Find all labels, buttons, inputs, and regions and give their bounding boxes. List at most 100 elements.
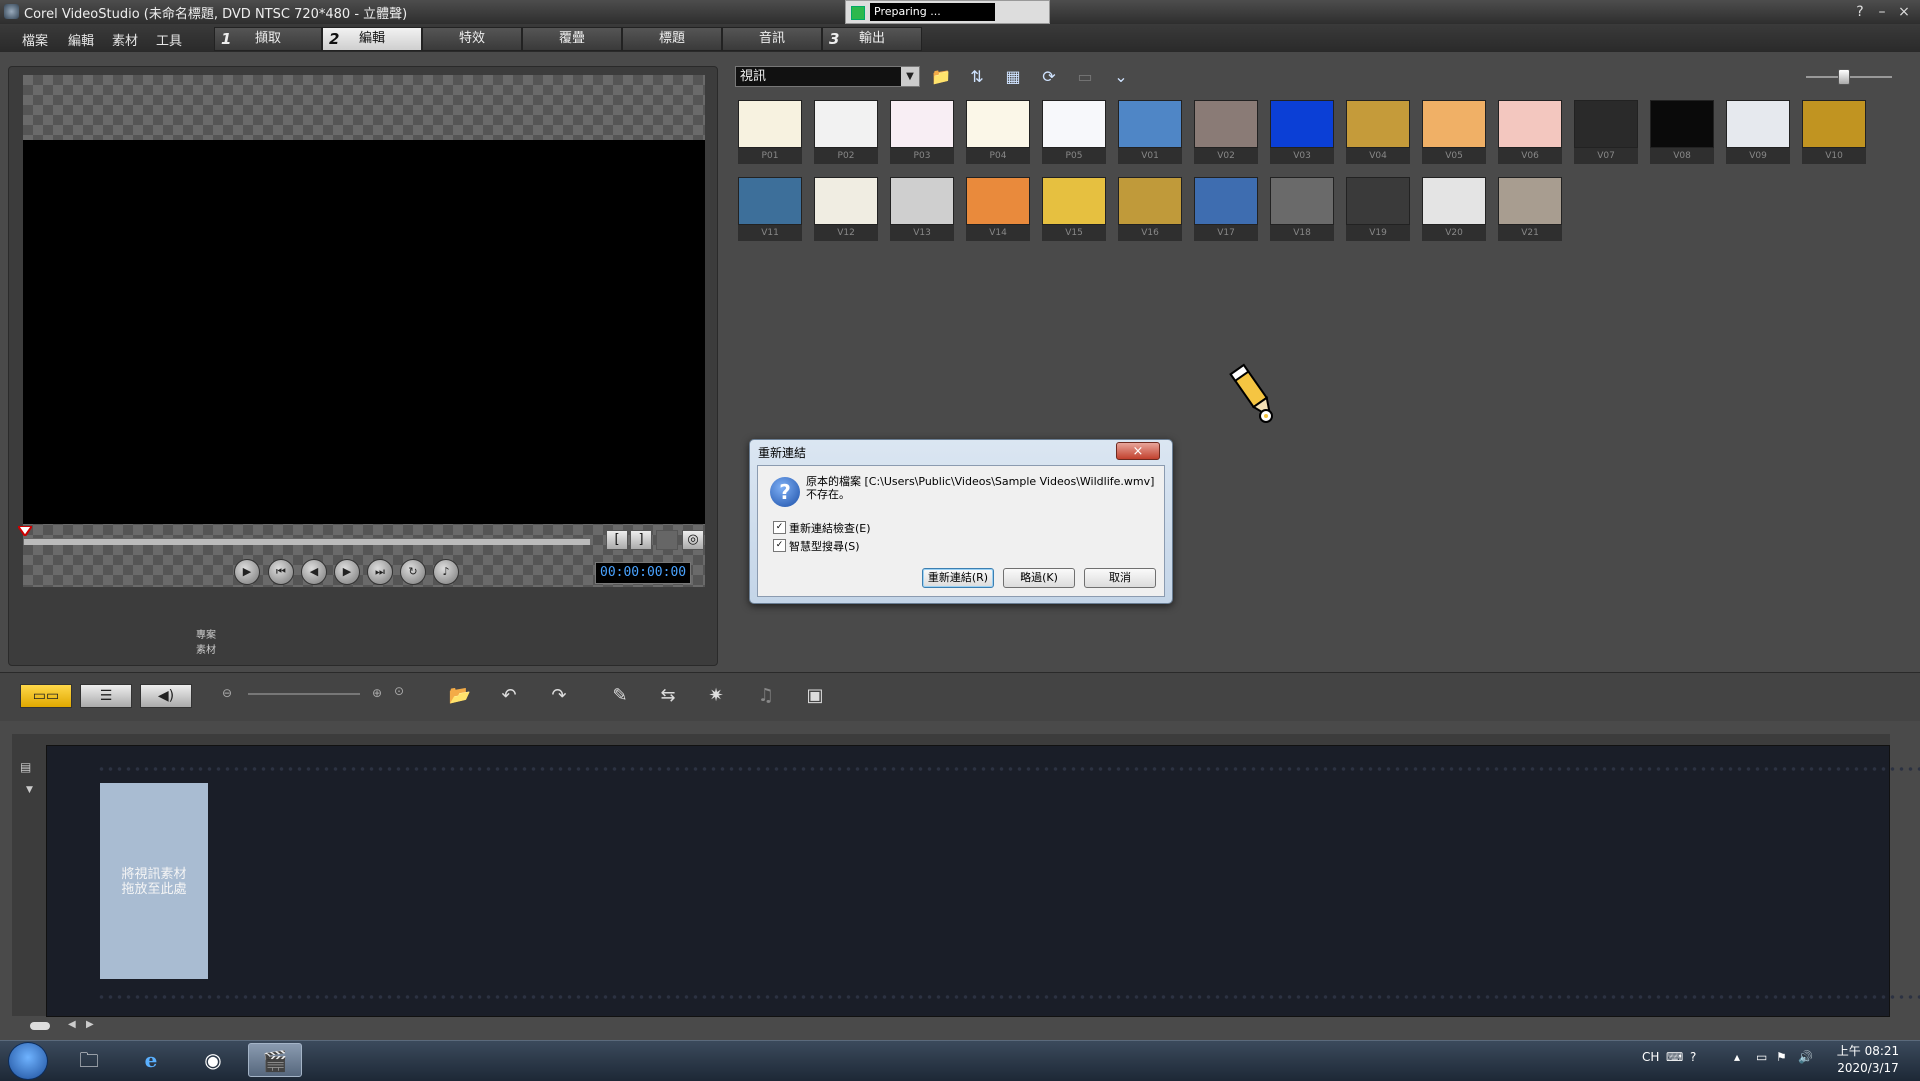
scroll-zoom-handle[interactable] (30, 1022, 50, 1030)
mode-clip-label[interactable]: 素材 (196, 641, 216, 656)
timeline-view-button[interactable]: ☰ (80, 684, 132, 708)
expand-more-icon[interactable]: ⌄ (1108, 66, 1134, 88)
mode-project-label[interactable]: 專案 (196, 626, 216, 641)
previous-frame-icon[interactable]: ◀ (301, 559, 327, 585)
movie-wizard-icon[interactable]: ✷ (701, 682, 731, 710)
videostudio-taskbar-icon[interactable]: 🎬 (248, 1043, 302, 1077)
insert-media-icon[interactable]: 📂 (445, 682, 475, 710)
menu-file[interactable]: 檔案 (22, 30, 48, 49)
action-center-flag-icon[interactable]: ⚑ (1776, 1050, 1787, 1064)
snapshot-button[interactable]: ◎ (682, 530, 704, 550)
library-thumbnail[interactable]: V21 (1498, 177, 1562, 243)
library-thumbnail[interactable]: V05 (1422, 100, 1486, 166)
menu-clip[interactable]: 素材 (112, 30, 138, 49)
tab-overlay[interactable]: 覆疊 (522, 27, 622, 51)
smartrender-icon[interactable]: ✎ (605, 682, 635, 710)
internet-explorer-icon[interactable]: e (124, 1043, 178, 1077)
mark-in-button[interactable]: [ (606, 530, 628, 550)
library-thumbnail[interactable]: V17 (1194, 177, 1258, 243)
clip-drop-slot[interactable]: 將視訊素材 拖放至此處 (100, 783, 208, 979)
library-thumbnail[interactable]: V15 (1042, 177, 1106, 243)
tab-share[interactable]: 3 輸出 (822, 27, 922, 51)
library-thumbnail[interactable]: V07 (1574, 100, 1638, 166)
scroll-right-icon[interactable]: ▶ (86, 1019, 94, 1030)
open-folder-icon[interactable]: 📁 (928, 66, 954, 88)
tab-title[interactable]: 標題 (622, 27, 722, 51)
undo-icon[interactable]: ↶ (494, 682, 524, 710)
library-thumbnail[interactable]: V09 (1726, 100, 1790, 166)
audio-view-button[interactable]: ◀) (140, 684, 192, 708)
relink-check-checkbox[interactable]: ✓ (773, 521, 786, 534)
library-thumbnail[interactable]: V02 (1194, 100, 1258, 166)
zoom-out-icon[interactable]: ⊖ (222, 686, 232, 700)
thumbnail-size-knob[interactable] (1838, 69, 1850, 85)
sort-icon[interactable]: ⇅ (964, 66, 990, 88)
library-thumbnail[interactable]: V01 (1118, 100, 1182, 166)
track-manager-icon[interactable]: ▤ (20, 760, 31, 774)
library-thumbnail[interactable]: V03 (1270, 100, 1334, 166)
library-thumbnail[interactable]: V04 (1346, 100, 1410, 166)
scroll-left-icon[interactable]: ◀ (68, 1019, 76, 1030)
batch-convert-icon[interactable]: ⇆ (653, 682, 683, 710)
repeat-icon[interactable]: ↻ (400, 559, 426, 585)
timeline-zoom-slider[interactable] (248, 693, 360, 695)
library-manager-icon[interactable]: ▭ (1072, 66, 1098, 88)
track-expand-icon[interactable]: ▼ (26, 785, 33, 795)
preview-scrubber[interactable] (24, 538, 590, 545)
library-thumbnail[interactable]: V19 (1346, 177, 1410, 243)
refresh-icon[interactable]: ⟳ (1036, 66, 1062, 88)
library-thumbnail[interactable]: V11 (738, 177, 802, 243)
volume-icon[interactable]: ♪ (433, 559, 459, 585)
mark-out-button[interactable]: ] (630, 530, 652, 550)
storyboard-view-button[interactable]: ▭▭ (20, 684, 72, 708)
library-thumbnail[interactable]: V20 (1422, 177, 1486, 243)
help-button[interactable]: ? (1850, 3, 1870, 21)
tab-edit[interactable]: 2 編輯 (322, 27, 422, 51)
library-thumbnail[interactable]: V10 (1802, 100, 1866, 166)
library-thumbnail[interactable]: P04 (966, 100, 1030, 166)
keyboard-icon[interactable]: ⌨ (1666, 1050, 1683, 1064)
speaker-icon[interactable]: 🔊 (1798, 1050, 1813, 1064)
scrubber-handle-icon[interactable] (18, 526, 32, 536)
menu-tools[interactable]: 工具 (156, 30, 182, 49)
timecode-display[interactable]: 00:00:00:00 (595, 562, 691, 584)
relink-check-label[interactable]: 重新連結檢查(E) (789, 520, 871, 536)
split-clip-button[interactable] (656, 530, 678, 550)
chrome-icon[interactable]: ◉ (186, 1043, 240, 1077)
chapter-icon[interactable]: ▣ (800, 682, 830, 710)
library-category-select[interactable]: 視訊 ▼ (735, 66, 920, 87)
go-to-end-icon[interactable]: ⏭ (367, 559, 393, 585)
tab-effects[interactable]: 特效 (422, 27, 522, 51)
library-thumbnail[interactable]: P02 (814, 100, 878, 166)
library-thumbnail[interactable]: P03 (890, 100, 954, 166)
file-explorer-icon[interactable]: 🗀 (62, 1043, 116, 1077)
close-window-button[interactable]: × (1894, 3, 1914, 21)
tab-capture[interactable]: 1 擷取 (214, 27, 322, 51)
fit-project-icon[interactable]: ⊙ (394, 684, 404, 698)
network-icon[interactable]: ▭ (1756, 1050, 1767, 1064)
library-thumbnail[interactable]: P05 (1042, 100, 1106, 166)
zoom-in-icon[interactable]: ⊕ (372, 686, 382, 700)
library-thumbnail[interactable]: V14 (966, 177, 1030, 243)
input-language[interactable]: CH (1642, 1050, 1659, 1064)
redo-icon[interactable]: ↷ (544, 682, 574, 710)
smart-search-checkbox[interactable]: ✓ (773, 539, 786, 552)
library-thumbnail[interactable]: V13 (890, 177, 954, 243)
help-tray-icon[interactable]: ? (1690, 1050, 1696, 1064)
library-thumbnail[interactable]: V12 (814, 177, 878, 243)
start-button[interactable] (8, 1042, 48, 1080)
show-hidden-icons-icon[interactable]: ▴ (1734, 1050, 1740, 1064)
play-icon[interactable]: ▶ (234, 559, 260, 585)
menu-edit[interactable]: 編輯 (68, 30, 94, 49)
library-thumbnail[interactable]: P01 (738, 100, 802, 166)
cancel-button[interactable]: 取消 (1084, 568, 1156, 588)
library-thumbnail[interactable]: V18 (1270, 177, 1334, 243)
next-frame-icon[interactable]: ▶ (334, 559, 360, 585)
library-thumbnail[interactable]: V16 (1118, 177, 1182, 243)
dialog-close-button[interactable]: × (1116, 442, 1160, 460)
skip-button[interactable]: 略過(K) (1003, 568, 1075, 588)
view-grid-icon[interactable]: ▦ (1000, 66, 1026, 88)
system-clock[interactable]: 上午 08:21 2020/3/17 (1828, 1043, 1908, 1077)
library-thumbnail[interactable]: V06 (1498, 100, 1562, 166)
smart-search-label[interactable]: 智慧型搜尋(S) (789, 538, 860, 554)
